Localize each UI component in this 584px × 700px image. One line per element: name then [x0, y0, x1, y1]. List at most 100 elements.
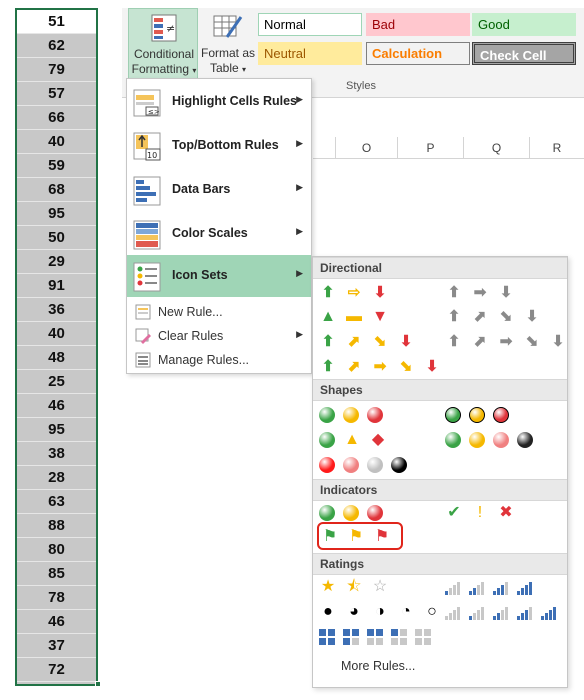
cell-value[interactable]: 66 — [17, 106, 96, 130]
section-header-ratings: Ratings — [313, 553, 567, 575]
icon-set-5-boxes[interactable] — [319, 627, 431, 647]
icon-set-red-to-black[interactable] — [319, 455, 407, 475]
conditional-formatting-label-2: Formatting — [131, 62, 189, 76]
menu-item-label: Icon Sets — [172, 268, 228, 282]
menu-item-manage-rules[interactable]: Manage Rules... — [127, 348, 311, 372]
cell-value[interactable]: 95 — [17, 418, 96, 442]
green-traffic-light-icon — [445, 407, 461, 423]
yellow-traffic-light-icon — [469, 407, 485, 423]
menu-item-highlight-cells-rules[interactable]: ≤> Highlight Cells Rules ▶ — [127, 81, 311, 123]
menu-item-data-bars[interactable]: Data Bars ▶ — [127, 169, 311, 211]
cell-value[interactable]: 59 — [17, 154, 96, 178]
icon-set-4-arrows-gray[interactable]: ⬆ ⬈ ⬊ ⬇ — [445, 307, 541, 327]
selected-range[interactable]: 51 62 79 57 66 40 59 68 95 50 29 91 36 40 48 25 46 95 38 28… — [15, 8, 98, 686]
cell-value[interactable]: 25 — [17, 370, 96, 394]
cell-value[interactable]: 57 — [17, 82, 96, 106]
icon-set-3-arrows[interactable]: ⬆ ⇨ ⬇ — [319, 283, 389, 303]
red-circle-icon — [319, 457, 335, 473]
cell-value[interactable]: 37 — [17, 634, 96, 658]
cell-value[interactable]: 85 — [17, 562, 96, 586]
conditional-formatting-label: Conditional — [133, 47, 195, 61]
red-diamond-icon: ◆ — [371, 431, 385, 448]
icon-set-3-symbols[interactable]: ✔! ✖ — [445, 503, 515, 523]
cell-value[interactable]: 79 — [17, 58, 96, 82]
cell-value[interactable]: 38 — [17, 442, 96, 466]
cell-style-normal[interactable]: Normal — [258, 13, 362, 36]
menu-item-new-rule[interactable]: New Rule... — [127, 300, 311, 324]
menu-item-clear-rules[interactable]: Clear Rules ▶ — [127, 324, 311, 348]
conditional-formatting-button[interactable]: ≠ Conditional Formatting ▾ — [128, 8, 198, 80]
green-triangle-icon: ▲ — [320, 308, 336, 325]
cell-value[interactable]: 40 — [17, 322, 96, 346]
cell-value[interactable]: 50 — [17, 226, 96, 250]
column-header-p[interactable]: P — [397, 137, 463, 159]
cell-style-check-cell[interactable]: Check Cell — [472, 42, 576, 65]
yellow-down-right-arrow-icon: ⬊ — [373, 333, 387, 350]
icon-set-4-ratings[interactable] — [445, 577, 533, 597]
icon-set-3-symbols-circled[interactable] — [319, 503, 383, 523]
menu-item-label: Clear Rules — [158, 329, 224, 343]
column-header-r[interactable]: R — [529, 137, 584, 159]
svg-text:≠: ≠ — [166, 22, 175, 35]
column-header-o[interactable]: O — [335, 137, 397, 159]
icon-set-3-traffic-lights-rimmed[interactable] — [445, 405, 509, 425]
cell-value[interactable]: 80 — [17, 538, 96, 562]
cell-value[interactable]: 78 — [17, 586, 96, 610]
column-headers: O P Q R — [313, 137, 584, 159]
cell-value[interactable]: 46 — [17, 610, 96, 634]
cell-value[interactable]: 88 — [17, 514, 96, 538]
cell-style-neutral[interactable]: Neutral — [258, 42, 362, 65]
icon-set-4-traffic-lights[interactable] — [445, 430, 533, 450]
more-rules-link[interactable]: More Rules... — [341, 659, 415, 673]
empty-circle-icon: ○ — [427, 603, 437, 620]
red-flag-icon: ⚑ — [374, 528, 390, 545]
menu-item-label: Manage Rules... — [158, 353, 250, 367]
format-as-table-button[interactable]: Format as Table ▾ — [200, 8, 256, 80]
icon-set-3-traffic-lights[interactable] — [319, 405, 383, 425]
submenu-arrow-icon: ▶ — [296, 94, 303, 104]
cell-value[interactable]: 46 — [17, 394, 96, 418]
menu-item-icon-sets[interactable]: Icon Sets ▶ — [127, 255, 311, 297]
cell-value[interactable]: 36 — [17, 298, 96, 322]
cell-value[interactable]: 91 — [17, 274, 96, 298]
red-down-arrow-icon: ⬇ — [373, 284, 387, 301]
icon-set-3-triangles[interactable]: ▲ ▬ ▼ — [319, 307, 389, 327]
icon-set-5-ratings[interactable] — [445, 602, 557, 622]
exclamation-icon: ! — [477, 504, 483, 521]
pink-circle-icon — [493, 432, 509, 448]
yellow-dash-icon: ▬ — [346, 308, 362, 325]
green-circle-icon — [319, 432, 335, 448]
fill-handle[interactable] — [95, 681, 101, 687]
icon-set-3-flags[interactable]: ⚑ ⚑ ⚑ — [321, 527, 391, 547]
cell-value[interactable]: 95 — [17, 202, 96, 226]
icon-set-3-stars[interactable]: ★ ⯪ ☆ — [319, 577, 389, 597]
icon-set-3-signs[interactable]: ▲ ◆ — [319, 430, 387, 450]
cell-value[interactable]: 68 — [17, 178, 96, 202]
cell-value[interactable]: 63 — [17, 490, 96, 514]
icon-set-5-arrows[interactable]: ⬆ ⬈ ➡ ⬊ ⬇ — [319, 357, 441, 377]
eraser-icon — [135, 328, 151, 344]
green-up-arrow-icon: ⬆ — [321, 333, 335, 350]
new-rule-icon — [135, 304, 151, 320]
icon-set-5-arrows-gray[interactable]: ⬆ ⬈ ➡ ⬊ ⬇ — [445, 332, 567, 352]
boxes-2-icon — [367, 629, 383, 645]
format-as-table-label-2: Table — [209, 61, 239, 75]
submenu-arrow-icon: ▶ — [296, 182, 303, 192]
menu-item-top-bottom-rules[interactable]: 10 Top/Bottom Rules ▶ — [127, 125, 311, 167]
cell-style-calculation[interactable]: Calculation — [366, 42, 470, 65]
menu-item-color-scales[interactable]: Color Scales ▶ — [127, 213, 311, 255]
signal-3-bars-icon — [493, 579, 509, 595]
cell-style-bad[interactable]: Bad — [366, 13, 470, 36]
icon-set-4-arrows[interactable]: ⬆ ⬈ ⬊ ⬇ — [319, 332, 415, 352]
cell-style-good[interactable]: Good — [472, 13, 576, 36]
icon-set-3-arrows-gray[interactable]: ⬆ ➡ ⬇ — [445, 283, 515, 303]
cell-value[interactable]: 51 — [17, 10, 96, 34]
cell-value[interactable]: 28 — [17, 466, 96, 490]
cell-value[interactable]: 40 — [17, 130, 96, 154]
cell-value[interactable]: 29 — [17, 250, 96, 274]
icon-set-5-quarters[interactable]: ● ◕ ◑ ◔ ○ — [319, 602, 441, 622]
column-header-q[interactable]: Q — [463, 137, 529, 159]
cell-value[interactable]: 72 — [17, 658, 96, 682]
cell-value[interactable]: 62 — [17, 34, 96, 58]
cell-value[interactable]: 48 — [17, 346, 96, 370]
